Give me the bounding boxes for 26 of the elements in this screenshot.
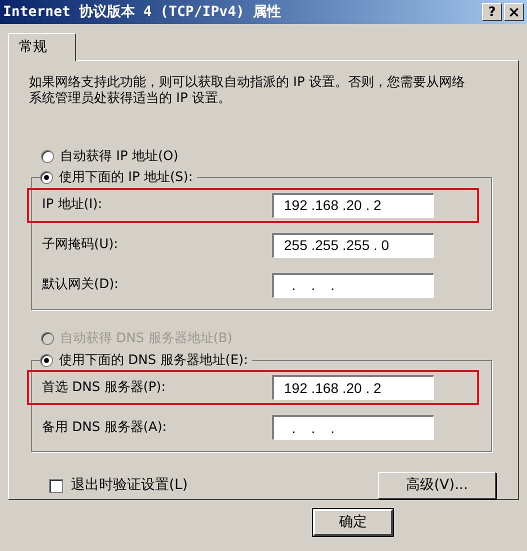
checkbox[interactable] bbox=[49, 478, 63, 492]
radio-label: 使用下面的 DNS 服务器地址(E): bbox=[59, 352, 248, 370]
tab[interactable]: 常规 bbox=[8, 33, 76, 61]
radio-label: 使用下面的 IP 地址(S): bbox=[59, 169, 193, 188]
ip-address-field[interactable]: . . . bbox=[272, 272, 434, 298]
checkbox-label: 退出时验证设置(L) bbox=[71, 476, 188, 495]
close-button[interactable]: × bbox=[504, 3, 524, 21]
ip-address-field[interactable]: 192 .168 .20 . 2 bbox=[272, 192, 434, 218]
ok-button[interactable]: 确定 bbox=[313, 509, 393, 536]
radio-label: 自动获得 IP 地址(O) bbox=[60, 148, 178, 166]
radio-button[interactable] bbox=[41, 150, 54, 163]
ip-address-field[interactable]: . . . bbox=[272, 415, 434, 440]
ip-address-field[interactable]: 255 .255 .255 . 0 bbox=[272, 232, 434, 258]
field-label: 首选 DNS 服务器(P): bbox=[42, 378, 167, 397]
ip-address-field[interactable]: 192 .168 .20 . 2 bbox=[272, 375, 434, 400]
field-label: 默认网关(D): bbox=[42, 276, 120, 294]
radio-button[interactable] bbox=[40, 171, 53, 184]
field-label: IP 地址(I): bbox=[42, 196, 104, 214]
field-label: 子网掩码(U): bbox=[42, 236, 120, 254]
window-title: Internet 协议版本 4 (TCP/IPv4) 属性 bbox=[3, 2, 282, 22]
radio-button[interactable] bbox=[40, 354, 53, 367]
field-label: 备用 DNS 服务器(A): bbox=[42, 418, 168, 437]
advanced-button[interactable]: 高级(V)... bbox=[378, 472, 496, 499]
radio-label: 自动获得 DNS 服务器地址(B) bbox=[60, 330, 232, 348]
help-button[interactable]: ? bbox=[482, 3, 502, 21]
description-text: 如果网络支持此功能，则可以获取自动指派的 IP 设置。否则，您需要从网络系统管理员处获得适当的 IP 设置。 bbox=[29, 75, 466, 107]
